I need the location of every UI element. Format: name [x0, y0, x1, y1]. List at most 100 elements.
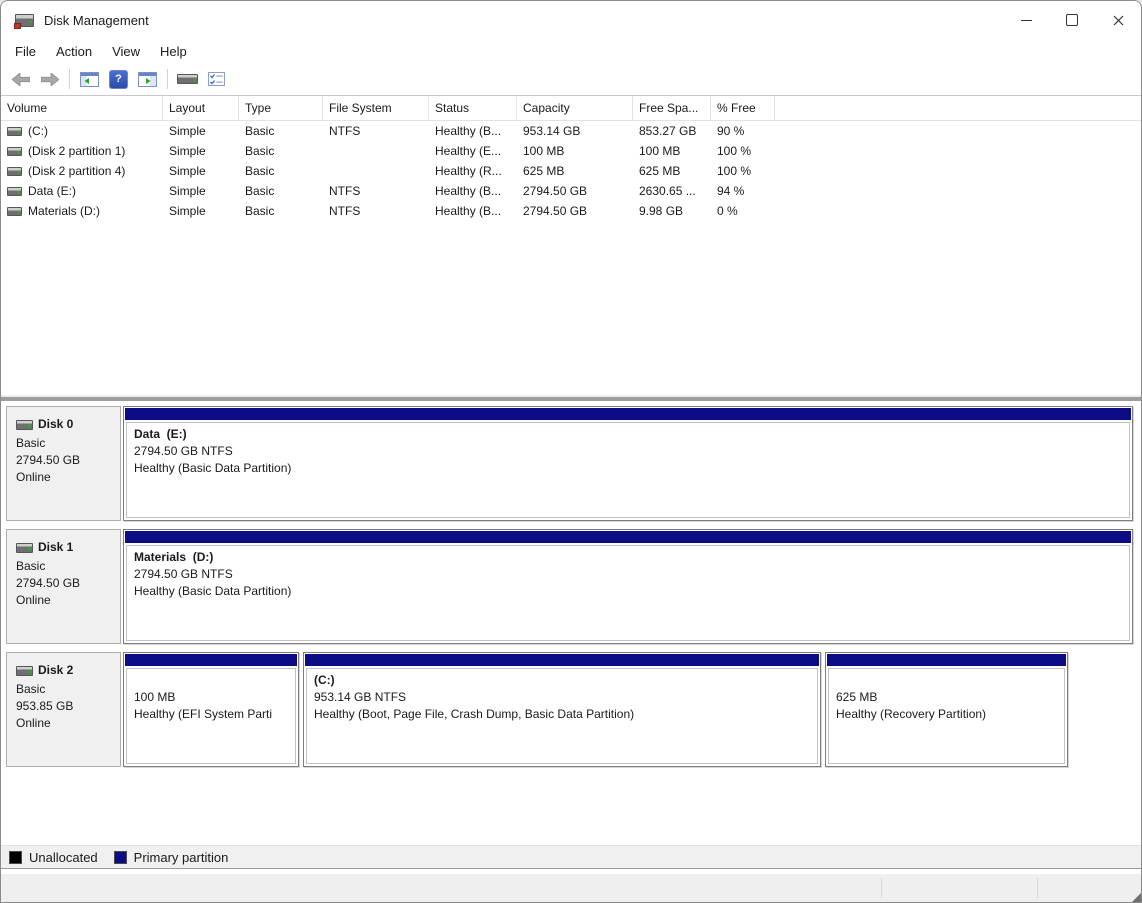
file-system-cell: NTFS [323, 184, 429, 198]
toolbar-separator [167, 69, 168, 89]
layout-cell: Simple [163, 124, 239, 138]
free-space-cell: 2630.65 ... [633, 184, 711, 198]
disk-header-panel[interactable]: Disk 2 Basic 953.85 GB Online [6, 652, 121, 767]
percent-free-cell: 90 % [711, 124, 775, 138]
pane-splitter[interactable] [1, 395, 1141, 402]
capacity-cell: 100 MB [517, 144, 633, 158]
column-capacity[interactable]: Capacity [517, 96, 633, 120]
partition-status-line: Healthy (Basic Data Partition) [134, 583, 1122, 600]
volume-list-row[interactable]: Materials (D:) Simple Basic NTFS Healthy… [1, 201, 1141, 221]
partition-size-line: 100 MB [134, 689, 288, 706]
maximize-icon [1066, 14, 1078, 26]
capacity-cell: 625 MB [517, 164, 633, 178]
help-icon: ? [109, 70, 128, 89]
partition-size-line: 2794.50 GB NTFS [134, 443, 1122, 460]
percent-free-cell: 100 % [711, 144, 775, 158]
volume-name: Materials (D:) [28, 204, 100, 218]
column-layout[interactable]: Layout [163, 96, 239, 120]
minimize-icon [1021, 20, 1032, 21]
maximize-button[interactable] [1049, 1, 1095, 39]
legend-bar: Unallocated Primary partition [1, 845, 1141, 868]
legend-item: Primary partition [114, 850, 229, 865]
graphical-view-pane: Disk 0 Basic 2794.50 GB Online Data (E:)… [1, 402, 1141, 845]
status-cell: Healthy (B... [429, 184, 517, 198]
minimize-button[interactable] [1003, 1, 1049, 39]
close-button[interactable] [1095, 1, 1141, 39]
checklist-icon [208, 72, 225, 86]
disk-partitions: 100 MB Healthy (EFI System Parti (C:) 95… [123, 652, 1068, 767]
volume-name: Data (E:) [28, 184, 76, 198]
menu-bar: File Action View Help [1, 39, 1141, 63]
volume-name: (Disk 2 partition 4) [28, 164, 125, 178]
menu-help[interactable]: Help [150, 41, 197, 62]
layout-cell: Simple [163, 184, 239, 198]
partition-cell[interactable]: Materials (D:) 2794.50 GB NTFS Healthy (… [123, 529, 1133, 644]
type-cell: Basic [239, 144, 323, 158]
disk-management-window: Disk Management File Action View Help [0, 0, 1142, 903]
volume-name-cell: (Disk 2 partition 1) [1, 144, 163, 158]
show-console-tree-button[interactable] [76, 67, 103, 92]
volume-list-row[interactable]: (C:) Simple Basic NTFS Healthy (B... 953… [1, 121, 1141, 141]
partition-body: Materials (D:) 2794.50 GB NTFS Healthy (… [126, 545, 1130, 641]
partition-cell[interactable]: 625 MB Healthy (Recovery Partition) [825, 652, 1068, 767]
type-cell: Basic [239, 204, 323, 218]
column-file-system[interactable]: File System [323, 96, 429, 120]
disk-device-icon [177, 74, 198, 84]
resize-grip[interactable] [1132, 893, 1141, 902]
menu-action[interactable]: Action [46, 41, 102, 62]
partition-color-strip [305, 654, 819, 666]
layout-cell: Simple [163, 144, 239, 158]
column-percent-free[interactable]: % Free [711, 96, 775, 120]
disk-header-panel[interactable]: Disk 0 Basic 2794.50 GB Online [6, 406, 121, 521]
column-volume[interactable]: Volume [1, 96, 163, 120]
volume-list-row[interactable]: (Disk 2 partition 4) Simple Basic Health… [1, 161, 1141, 181]
legend-item: Unallocated [9, 850, 98, 865]
menu-view[interactable]: View [102, 41, 150, 62]
statusbar-separator [881, 878, 882, 898]
partition-status-line: Healthy (EFI System Parti [134, 706, 288, 723]
free-space-cell: 100 MB [633, 144, 711, 158]
disk-header-panel[interactable]: Disk 1 Basic 2794.50 GB Online [6, 529, 121, 644]
disk-size: 953.85 GB [16, 698, 120, 715]
volume-list-row[interactable]: (Disk 2 partition 1) Simple Basic Health… [1, 141, 1141, 161]
type-cell: Basic [239, 164, 323, 178]
help-button[interactable]: ? [105, 67, 132, 92]
disk-name: Disk 1 [38, 539, 73, 556]
disk-status: Online [16, 592, 120, 609]
volume-list-row[interactable]: Data (E:) Simple Basic NTFS Healthy (B..… [1, 181, 1141, 201]
capacity-cell: 2794.50 GB [517, 184, 633, 198]
volume-drive-icon [7, 127, 22, 136]
column-free-space[interactable]: Free Spa... [633, 96, 711, 120]
disk-status: Online [16, 715, 120, 732]
menu-file[interactable]: File [5, 41, 46, 62]
show-action-pane-button[interactable] [134, 67, 161, 92]
disk-device-button[interactable] [174, 67, 201, 92]
partition-size-line: 2794.50 GB NTFS [134, 566, 1122, 583]
file-system-cell: NTFS [323, 124, 429, 138]
partition-title: (C:) [314, 672, 810, 689]
disk-kind: Basic [16, 558, 120, 575]
partition-color-strip [125, 531, 1131, 543]
volume-drive-icon [7, 147, 22, 156]
partition-size-line: 625 MB [836, 689, 1057, 706]
forward-button[interactable] [36, 67, 63, 92]
column-status[interactable]: Status [429, 96, 517, 120]
column-type[interactable]: Type [239, 96, 323, 120]
show-console-tree-icon [80, 72, 99, 87]
back-button[interactable] [7, 67, 34, 92]
window-title: Disk Management [44, 13, 149, 28]
partition-body: 100 MB Healthy (EFI System Parti [126, 668, 296, 764]
column-filler [775, 96, 1141, 120]
partition-cell[interactable]: Data (E:) 2794.50 GB NTFS Healthy (Basic… [123, 406, 1133, 521]
status-cell: Healthy (E... [429, 144, 517, 158]
layout-cell: Simple [163, 204, 239, 218]
percent-free-cell: 100 % [711, 164, 775, 178]
checklist-button[interactable] [203, 67, 230, 92]
partition-cell[interactable]: 100 MB Healthy (EFI System Parti [123, 652, 299, 767]
free-space-cell: 853.27 GB [633, 124, 711, 138]
volume-drive-icon [7, 207, 22, 216]
disk-icon [16, 666, 33, 676]
volume-drive-icon [7, 167, 22, 176]
partition-status-line: Healthy (Boot, Page File, Crash Dump, Ba… [314, 706, 810, 723]
partition-cell[interactable]: (C:) 953.14 GB NTFS Healthy (Boot, Page … [303, 652, 821, 767]
